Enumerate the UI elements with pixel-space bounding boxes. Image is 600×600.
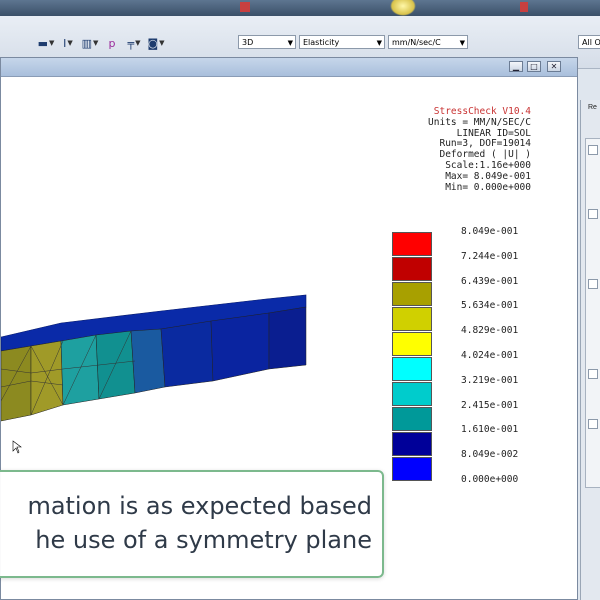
analysis-select[interactable]: Elasticity ▼ [299,35,385,49]
minimize-button[interactable]: ▁ [509,61,523,72]
side-panel-control[interactable] [588,419,598,429]
legend-label: 6.439e-001 [461,275,519,287]
legend-label: 8.049e-002 [461,449,519,461]
legend-label: 8.049e-001 [461,226,519,237]
chevron-down-icon: ▼ [459,39,465,47]
caption-line-2: he use of a symmetry plane [35,526,372,554]
toolbar-icons: ▬ ▼ I ▼ ▥ ▼ p ╤ ▼ ◙ ▼ [38,36,165,50]
constraint-icon[interactable]: ╤ ▼ [126,36,142,50]
units-select-value: mm/N/sec/C [392,38,441,47]
video-caption: mation is as expected based he use of a … [0,470,384,578]
analysis-select-value: Elasticity [303,38,340,47]
legend-label: 1.610e-001 [461,424,519,436]
dimension-icon[interactable]: I ▼ [60,36,76,50]
side-panel-control[interactable] [588,209,598,219]
close-button[interactable]: ✕ [547,61,561,72]
chevron-down-icon: ▼ [287,39,293,47]
legend-label: 4.829e-001 [461,325,519,337]
taskbar-item [240,2,250,12]
filter-select[interactable]: All Ob [578,35,600,49]
caption-line-1: mation is as expected based [27,492,372,520]
taskbar-item [520,2,528,12]
viewport-titlebar: ▁ □ ✕ [1,58,577,77]
legend-label: 4.024e-001 [461,349,519,361]
legend-swatch [392,457,432,481]
side-panel-control[interactable] [588,145,598,155]
legend-swatch [392,232,432,256]
legend-swatch [392,307,432,331]
deformed-beam-mesh[interactable] [1,277,321,477]
units-label: Units = MM/N/SEC/C [428,116,531,128]
chart-icon[interactable]: ▥ ▼ [82,36,99,50]
p-icon[interactable]: p [104,36,120,50]
legend-swatch [392,382,432,406]
view-select-value: 3D [242,38,254,47]
legend-swatch [392,282,432,306]
chevron-down-icon: ▼ [376,39,382,47]
legend-swatch [392,432,432,456]
legend-swatch [392,357,432,381]
legend-labels: 8.049e-001 7.244e-001 6.439e-001 5.634e-… [461,225,518,498]
units-select[interactable]: mm/N/sec/C ▼ [388,35,468,49]
legend-label: 3.219e-001 [461,374,519,386]
legend-swatch [392,332,432,356]
legend-label: 0.000e+000 [461,473,519,485]
side-panel-group [585,138,600,488]
view-select[interactable]: 3D ▼ [238,35,296,49]
side-panel-control[interactable] [588,369,598,379]
taskbar-glow [390,0,416,16]
maximize-button[interactable]: □ [527,61,541,72]
max-label: Max= 8.049e-001 [445,170,531,182]
solution-info: StressCheck V10.4 Units = MM/N/SEC/C LIN… [428,106,531,193]
legend-label: 7.244e-001 [461,250,519,262]
desktop-strip [0,0,600,16]
side-panel-control[interactable] [588,279,598,289]
legend-swatch [392,257,432,281]
filter-select-value: All Ob [582,38,600,47]
color-legend [392,232,432,482]
results-side-panel [580,100,600,600]
min-label: Min= 0.000e+000 [445,181,531,193]
legend-swatch [392,407,432,431]
box-icon[interactable]: ▬ ▼ [38,36,55,50]
load-icon[interactable]: ◙ ▼ [147,36,164,50]
legend-label: 2.415e-001 [461,399,519,411]
legend-label: 5.634e-001 [461,300,519,312]
side-panel-title: Re [588,104,597,111]
